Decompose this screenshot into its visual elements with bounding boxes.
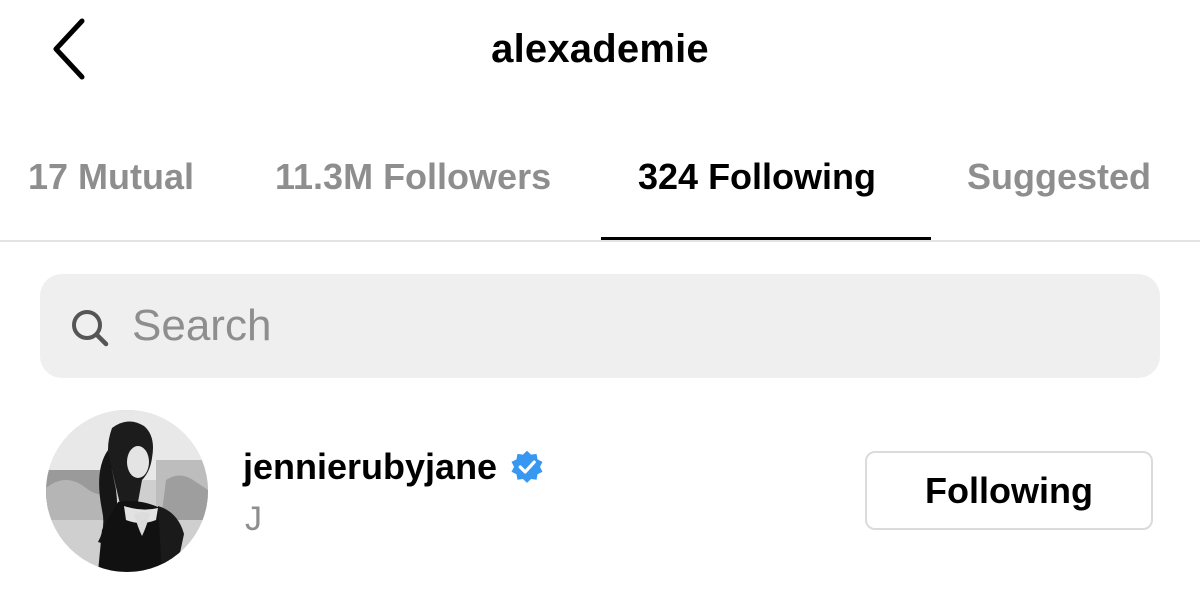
tab-bar: 17 Mutual 11.3M Followers 324 Following … [0,130,1200,242]
profile-photo [46,410,208,572]
username: jennierubyjane [243,446,498,487]
verified-badge-icon [511,450,543,483]
tab-followers[interactable]: 11.3M Followers [275,156,551,198]
list-item[interactable]: jennierubyjane J Following [0,400,1200,580]
tab-divider [0,240,1200,242]
tab-following[interactable]: 324 Following [638,156,876,198]
following-button[interactable]: Following [865,451,1153,530]
page-title: alexademie [491,27,709,71]
username-link[interactable]: jennierubyjane [243,446,545,488]
search-bar[interactable] [40,274,1160,378]
header: alexademie [0,0,1200,110]
full-name: J [245,500,262,538]
tab-mutual[interactable]: 17 Mutual [28,156,194,198]
avatar[interactable] [46,410,208,572]
search-icon [72,310,109,347]
search-input[interactable] [132,274,1132,378]
tab-suggested[interactable]: Suggested [967,156,1151,198]
